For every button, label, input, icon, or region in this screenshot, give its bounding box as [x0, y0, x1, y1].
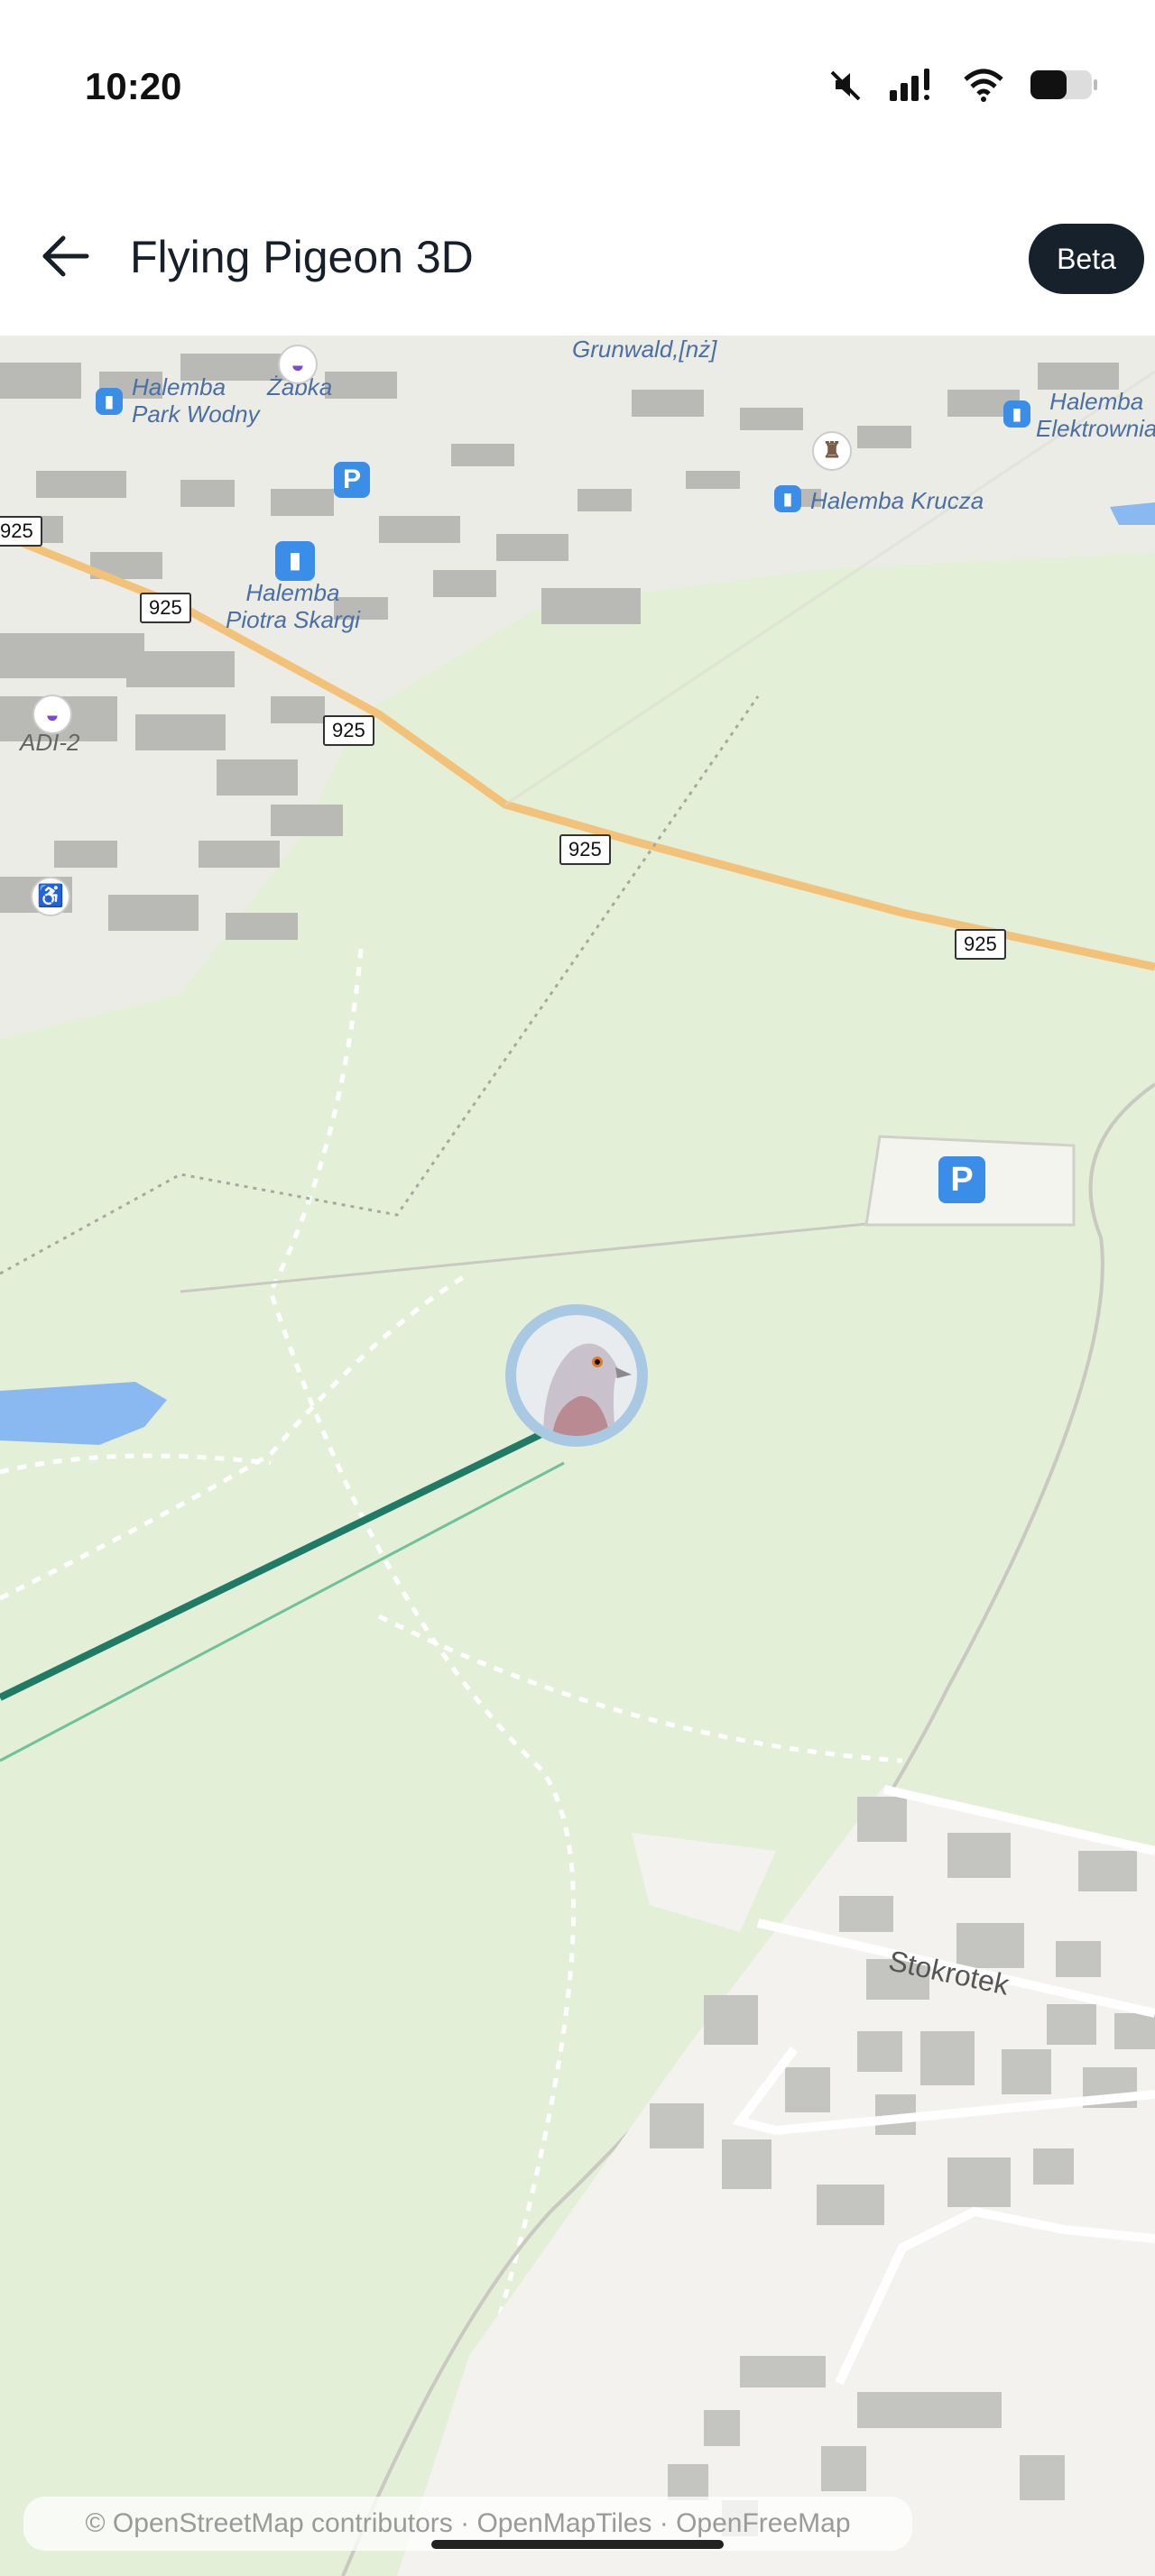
home-indicator[interactable]: [431, 2540, 724, 2549]
signal-icon: [890, 69, 929, 101]
road-shield-925: 925: [559, 834, 611, 865]
shop-icon[interactable]: ◒: [32, 695, 72, 734]
road-shield-925: 925: [140, 593, 191, 623]
road-shield-925: 925: [0, 516, 42, 547]
bus-stop-icon[interactable]: ▮: [1003, 400, 1030, 428]
arrow-left-icon: [42, 235, 89, 277]
status-time: 10:20: [85, 65, 182, 107]
status-bar: 10:20: [0, 0, 1155, 180]
shop-icon[interactable]: ◒: [278, 345, 318, 384]
status-icons: [828, 67, 1101, 103]
wifi-icon: [964, 69, 1003, 102]
tower-icon[interactable]: ♜: [812, 431, 852, 471]
back-button[interactable]: [36, 227, 94, 285]
parking-icon[interactable]: P: [938, 1156, 985, 1203]
map-label-halemba-park-wodny: Halemba Park Wodny: [132, 373, 260, 428]
page-title: Flying Pigeon 3D: [130, 232, 474, 282]
bus-stop-icon[interactable]: ▮: [96, 388, 123, 415]
road-shield-925: 925: [323, 715, 374, 746]
wheelchair-icon[interactable]: ♿: [31, 877, 70, 916]
map-view[interactable]: Grunwald,[nż] Halemba Park Wodny Żabka H…: [0, 336, 1155, 2576]
mute-icon: [830, 70, 861, 101]
bus-stop-icon[interactable]: ▮: [275, 541, 315, 581]
battery-icon: [1030, 70, 1097, 99]
map-label-halemba-krucza: Halemba Krucza: [810, 487, 984, 514]
pigeon-marker[interactable]: [505, 1304, 648, 1447]
bus-stop-icon[interactable]: ▮: [774, 485, 801, 512]
map-canvas: [0, 336, 1155, 2576]
parking-icon[interactable]: P: [334, 462, 370, 498]
road-shield-925: 925: [955, 929, 1006, 960]
beta-badge: Beta: [1029, 224, 1144, 294]
map-label-grunwald: Grunwald,[nż]: [572, 336, 717, 363]
pigeon-icon: [516, 1315, 637, 1436]
map-label-halemba-piotra-skargi: Halemba Piotra Skargi: [226, 579, 360, 633]
map-label-halemba-elektrownia: Halemba Elektrownia: [1036, 388, 1155, 442]
